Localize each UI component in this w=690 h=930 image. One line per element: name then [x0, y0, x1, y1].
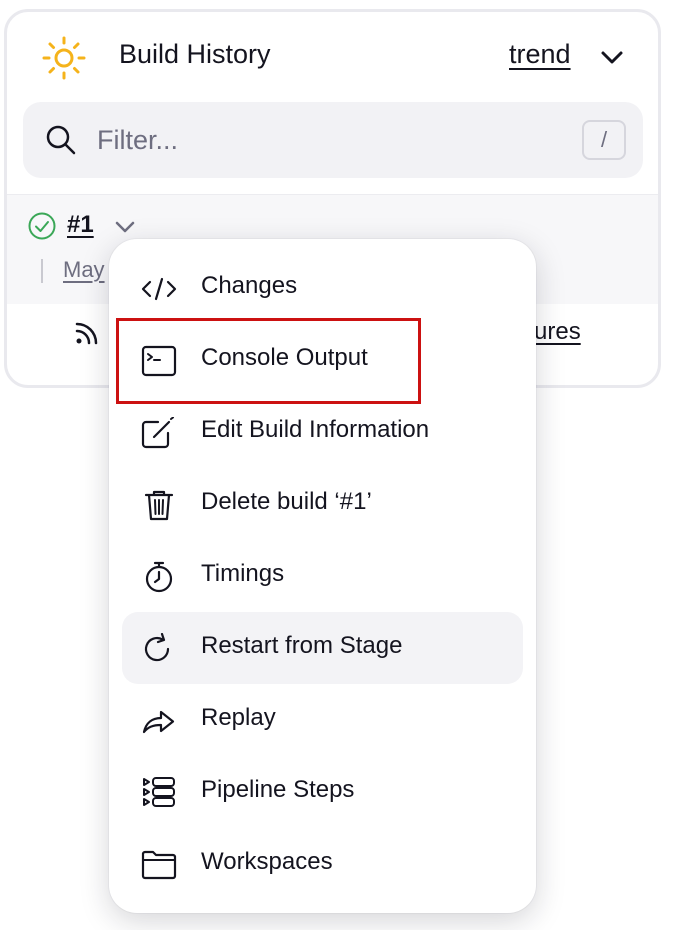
- menu-item-label: Replay: [201, 704, 276, 731]
- shortcut-key-badge: /: [582, 120, 626, 160]
- menu-item-changes[interactable]: Changes: [122, 252, 523, 324]
- build-number-link[interactable]: #1: [67, 211, 94, 239]
- menu-item-label: Pipeline Steps: [201, 776, 355, 803]
- success-check-icon: [28, 212, 56, 240]
- stopwatch-icon: [145, 561, 173, 593]
- chevron-down-icon[interactable]: [114, 219, 136, 235]
- menu-item-restart-from-stage[interactable]: Restart from Stage: [122, 612, 523, 684]
- menu-item-label: Timings: [201, 560, 285, 587]
- build-history-header: Build History trend: [7, 12, 658, 98]
- trend-link[interactable]: trend: [509, 39, 571, 70]
- edit-icon: [141, 417, 174, 449]
- build-date-divider: [41, 259, 43, 283]
- menu-item-timings[interactable]: Timings: [122, 540, 523, 612]
- search-icon: [46, 125, 76, 155]
- menu-item-label: Delete build ‘#1’: [201, 488, 372, 515]
- menu-item-label: Restart from Stage: [201, 632, 403, 659]
- replay-icon: [142, 710, 175, 734]
- code-icon: [141, 277, 177, 301]
- build-date-link[interactable]: May: [63, 257, 105, 283]
- menu-item-replay[interactable]: Replay: [122, 684, 523, 756]
- restart-icon: [144, 633, 170, 662]
- sun-icon: [42, 36, 86, 80]
- build-history-title: Build History: [119, 39, 271, 69]
- menu-item-label: Changes: [201, 272, 298, 299]
- trash-icon: [144, 490, 174, 521]
- menu-item-delete-build[interactable]: Delete build ‘#1’: [122, 468, 523, 540]
- filter-box: /: [23, 102, 643, 178]
- menu-item-label: Workspaces: [201, 848, 333, 875]
- rss-icon[interactable]: [72, 318, 102, 348]
- menu-item-pipeline-steps[interactable]: Pipeline Steps: [122, 756, 523, 828]
- chevron-down-icon[interactable]: [599, 48, 625, 68]
- steps-icon: [143, 777, 175, 807]
- console-output-highlight: [116, 318, 421, 404]
- menu-item-workspaces[interactable]: Workspaces: [122, 828, 523, 900]
- filter-input[interactable]: [97, 116, 557, 164]
- menu-item-edit-build-information[interactable]: Edit Build Information: [122, 396, 523, 468]
- folder-icon: [141, 850, 177, 880]
- menu-item-label: Edit Build Information: [201, 416, 430, 443]
